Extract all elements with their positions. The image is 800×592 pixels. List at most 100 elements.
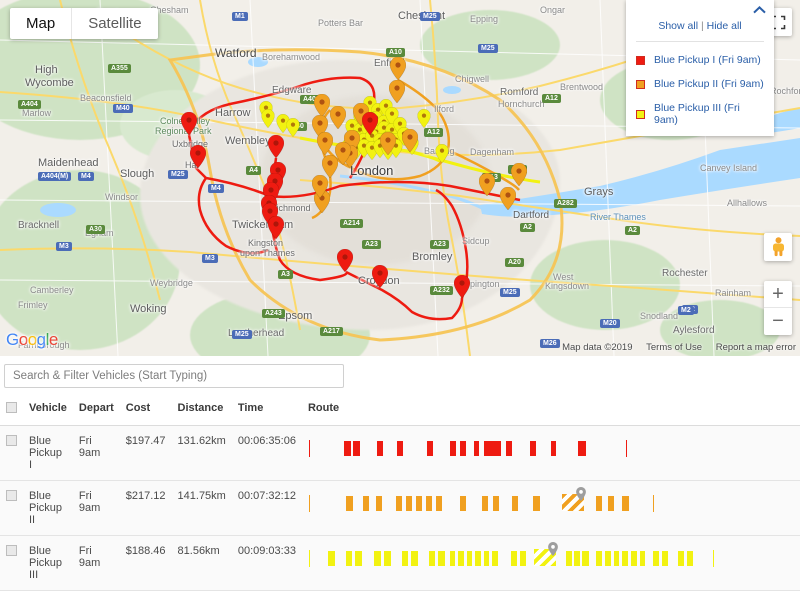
route-segment[interactable] bbox=[604, 551, 611, 566]
route-segment[interactable] bbox=[639, 551, 645, 566]
map-container[interactable]: GreatCheshamPotters BarCheshuntEppingOng… bbox=[0, 0, 800, 356]
route-segment[interactable] bbox=[652, 551, 659, 566]
route-segment[interactable] bbox=[595, 496, 602, 511]
col-cost[interactable]: Cost bbox=[119, 394, 172, 426]
select-all-checkbox[interactable] bbox=[6, 402, 17, 413]
row-select-cell[interactable] bbox=[0, 425, 23, 481]
route-segment[interactable] bbox=[437, 551, 445, 566]
route-segment[interactable] bbox=[327, 551, 335, 566]
map-type-satellite[interactable]: Satellite bbox=[71, 8, 157, 39]
route-segment[interactable] bbox=[581, 551, 589, 566]
map-type-map[interactable]: Map bbox=[10, 8, 71, 39]
route-segment[interactable] bbox=[459, 496, 466, 511]
route-segment[interactable] bbox=[481, 496, 488, 511]
map-zoom-controls[interactable]: + − bbox=[764, 281, 792, 335]
route-endpoint-tick[interactable] bbox=[308, 550, 311, 567]
route-timeline[interactable] bbox=[308, 487, 800, 516]
route-segment[interactable] bbox=[415, 496, 422, 511]
route-segment[interactable] bbox=[352, 441, 360, 456]
zoom-out-button[interactable]: − bbox=[764, 308, 792, 335]
terms-of-use-link[interactable]: Terms of Use bbox=[646, 342, 702, 353]
legend-item-blue-pickup-1[interactable]: Blue Pickup I (Fri 9am) bbox=[636, 54, 764, 66]
route-endpoint-tick[interactable] bbox=[625, 440, 628, 457]
route-segment[interactable] bbox=[483, 551, 489, 566]
map-type-switcher[interactable]: Map Satellite bbox=[10, 8, 158, 39]
cell-route[interactable] bbox=[301, 535, 800, 591]
route-segment[interactable] bbox=[505, 441, 512, 456]
route-segment[interactable] bbox=[449, 551, 455, 566]
legend-visibility-links[interactable]: Show all | Hide all bbox=[636, 8, 764, 42]
route-segment[interactable] bbox=[396, 441, 403, 456]
route-segment[interactable] bbox=[345, 496, 353, 511]
route-segment[interactable] bbox=[375, 496, 382, 511]
table-row[interactable]: Blue Pickup II Fri 9am $217.12 141.75km 00:0… bbox=[0, 480, 800, 536]
row-checkbox[interactable] bbox=[6, 435, 17, 446]
route-segment[interactable] bbox=[395, 496, 402, 511]
route-endpoint-tick[interactable] bbox=[308, 440, 311, 457]
route-segment[interactable] bbox=[577, 441, 586, 456]
table-row[interactable]: Blue Pickup I Fri 9am $197.47 131.62km 00:06… bbox=[0, 425, 800, 481]
route-segment[interactable] bbox=[457, 551, 464, 566]
route-segment[interactable] bbox=[474, 551, 481, 566]
route-segment[interactable] bbox=[410, 551, 418, 566]
route-segment[interactable] bbox=[595, 551, 602, 566]
route-segment[interactable] bbox=[529, 441, 536, 456]
route-segment[interactable] bbox=[376, 441, 383, 456]
route-segment[interactable] bbox=[354, 551, 362, 566]
route-segment[interactable] bbox=[510, 551, 517, 566]
route-segment[interactable] bbox=[511, 496, 518, 511]
route-segment[interactable] bbox=[573, 551, 580, 566]
row-select-cell[interactable] bbox=[0, 480, 23, 536]
route-segment[interactable] bbox=[491, 551, 498, 566]
legend-item-blue-pickup-2[interactable]: Blue Pickup II (Fri 9am) bbox=[636, 78, 764, 90]
route-segment[interactable] bbox=[405, 496, 412, 511]
col-depart[interactable]: Depart bbox=[72, 394, 120, 426]
cell-route[interactable] bbox=[301, 480, 800, 536]
route-segment[interactable] bbox=[677, 551, 684, 566]
search-filter-vehicles-input[interactable] bbox=[4, 364, 344, 388]
route-segment[interactable] bbox=[630, 551, 637, 566]
route-segment[interactable] bbox=[483, 441, 501, 456]
route-segment[interactable] bbox=[373, 551, 381, 566]
route-segment[interactable] bbox=[492, 496, 499, 511]
route-segment[interactable] bbox=[473, 441, 479, 456]
route-segment[interactable] bbox=[425, 496, 432, 511]
table-row[interactable]: Blue Pickup III Fri 9am $188.46 81.56km 00:0… bbox=[0, 535, 800, 591]
route-endpoint-tick[interactable] bbox=[652, 495, 655, 512]
route-segment[interactable] bbox=[428, 551, 435, 566]
route-segment[interactable] bbox=[401, 551, 408, 566]
show-all-link[interactable]: Show all bbox=[658, 20, 698, 32]
route-segment[interactable] bbox=[661, 551, 668, 566]
route-segment[interactable] bbox=[343, 441, 351, 456]
zoom-in-button[interactable]: + bbox=[764, 281, 792, 308]
route-segment[interactable] bbox=[459, 441, 466, 456]
route-endpoint-tick[interactable] bbox=[308, 495, 311, 512]
col-time[interactable]: Time bbox=[231, 394, 302, 426]
map-legend-panel[interactable]: Show all | Hide all Blue Pickup I (Fri 9… bbox=[626, 0, 774, 136]
col-vehicle[interactable]: Vehicle bbox=[23, 394, 73, 426]
col-distance[interactable]: Distance bbox=[171, 394, 232, 426]
route-segment[interactable] bbox=[435, 496, 442, 511]
cell-route[interactable] bbox=[301, 425, 800, 481]
row-checkbox[interactable] bbox=[6, 545, 17, 556]
row-checkbox[interactable] bbox=[6, 490, 17, 501]
col-route[interactable]: Route bbox=[301, 394, 800, 426]
legend-collapse-button[interactable] bbox=[753, 3, 766, 16]
legend-item-blue-pickup-3[interactable]: Blue Pickup III (Fri 9am) bbox=[636, 102, 764, 126]
route-segment[interactable] bbox=[362, 496, 369, 511]
report-map-error-link[interactable]: Report a map error bbox=[716, 342, 796, 353]
hide-all-link[interactable]: Hide all bbox=[707, 20, 742, 32]
route-segment[interactable] bbox=[621, 551, 628, 566]
route-segment[interactable] bbox=[519, 551, 526, 566]
route-segment[interactable] bbox=[383, 551, 391, 566]
route-timeline[interactable] bbox=[308, 435, 800, 461]
route-segment[interactable] bbox=[426, 441, 433, 456]
street-view-pegman-button[interactable] bbox=[764, 233, 792, 261]
route-segment[interactable] bbox=[550, 441, 556, 456]
route-timeline[interactable] bbox=[308, 542, 800, 571]
route-segment[interactable] bbox=[686, 551, 693, 566]
route-segment[interactable] bbox=[621, 496, 629, 511]
route-segment[interactable] bbox=[345, 551, 352, 566]
route-segment[interactable] bbox=[466, 551, 472, 566]
route-segment[interactable] bbox=[613, 551, 619, 566]
